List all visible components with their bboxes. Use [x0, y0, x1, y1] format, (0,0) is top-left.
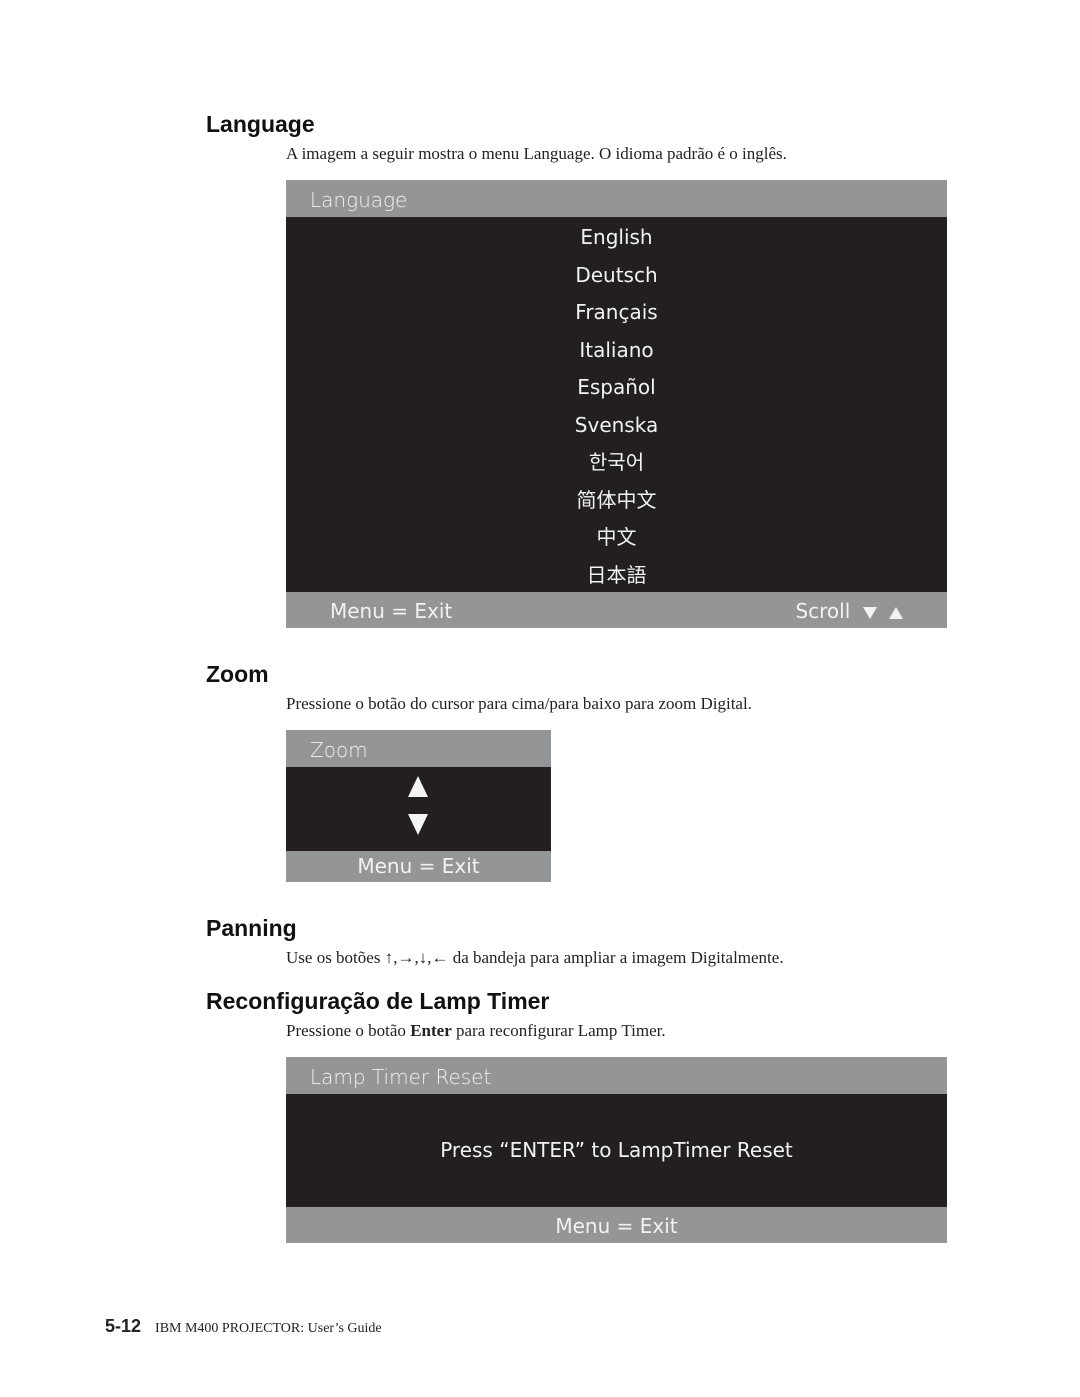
scroll-hint: Scroll — [795, 592, 903, 630]
triangle-up-icon[interactable] — [408, 776, 428, 797]
zoom-menu-title: Zoom — [286, 730, 551, 767]
lamp-timer-description: Pressione o botão Enter para reconfigura… — [286, 1021, 666, 1041]
page-number: 5-12 — [105, 1316, 142, 1336]
language-description: A imagem a seguir mostra o menu Language… — [286, 144, 787, 163]
lamp-timer-heading: Reconfiguração de Lamp Timer — [206, 988, 550, 1014]
language-menu-footer: Menu = Exit Scroll — [286, 592, 947, 628]
lamp-timer-message: Press “ENTER” to LampTimer Reset — [286, 1094, 947, 1207]
language-option-japanese[interactable]: 日本語 — [286, 557, 947, 595]
language-option-traditional-chinese[interactable]: 中文 — [286, 519, 947, 557]
language-option-english[interactable]: English — [286, 219, 947, 257]
zoom-control-area — [286, 767, 551, 851]
lamp-timer-description-text: para reconfigurar Lamp Timer. — [451, 1021, 666, 1040]
triangle-down-icon — [862, 606, 877, 619]
language-list: English Deutsch Français Italiano Españo… — [286, 217, 947, 592]
lamp-timer-title: Lamp Timer Reset — [286, 1057, 947, 1094]
language-menu-osd: Language English Deutsch Français Italia… — [286, 180, 947, 628]
language-option-espanol[interactable]: Español — [286, 369, 947, 407]
zoom-menu-footer: Menu = Exit — [286, 851, 551, 882]
language-menu-title: Language — [286, 180, 947, 217]
triangle-down-icon[interactable] — [408, 814, 428, 835]
panning-description: Use os botões ↑,→,↓,← da bandeja para am… — [286, 948, 784, 967]
zoom-heading: Zoom — [206, 661, 269, 687]
language-option-francais[interactable]: Français — [286, 294, 947, 332]
lamp-timer-description-text: Pressione o botão — [286, 1021, 411, 1040]
triangle-up-icon — [889, 606, 903, 619]
zoom-description: Pressione o botão do cursor para cima/pa… — [286, 694, 752, 713]
panning-heading: Panning — [206, 915, 297, 941]
scroll-label: Scroll — [795, 599, 851, 623]
lamp-timer-osd: Lamp Timer Reset Press “ENTER” to LampTi… — [286, 1057, 947, 1243]
page-footer: 5-12 IBM M400 PROJECTOR: User’s Guide — [105, 1316, 382, 1337]
language-option-korean[interactable]: 한국어 — [286, 444, 947, 482]
document-title: IBM M400 PROJECTOR: User’s Guide — [155, 1321, 382, 1336]
menu-exit-hint: Menu = Exit — [330, 599, 453, 623]
lamp-timer-footer: Menu = Exit — [286, 1207, 947, 1243]
language-option-svenska[interactable]: Svenska — [286, 407, 947, 445]
language-option-simplified-chinese[interactable]: 简体中文 — [286, 482, 947, 520]
language-option-italiano[interactable]: Italiano — [286, 332, 947, 370]
enter-key-label: Enter — [410, 1021, 452, 1040]
language-option-deutsch[interactable]: Deutsch — [286, 257, 947, 295]
zoom-menu-osd: Zoom Menu = Exit — [286, 730, 551, 882]
language-heading: Language — [206, 111, 315, 137]
